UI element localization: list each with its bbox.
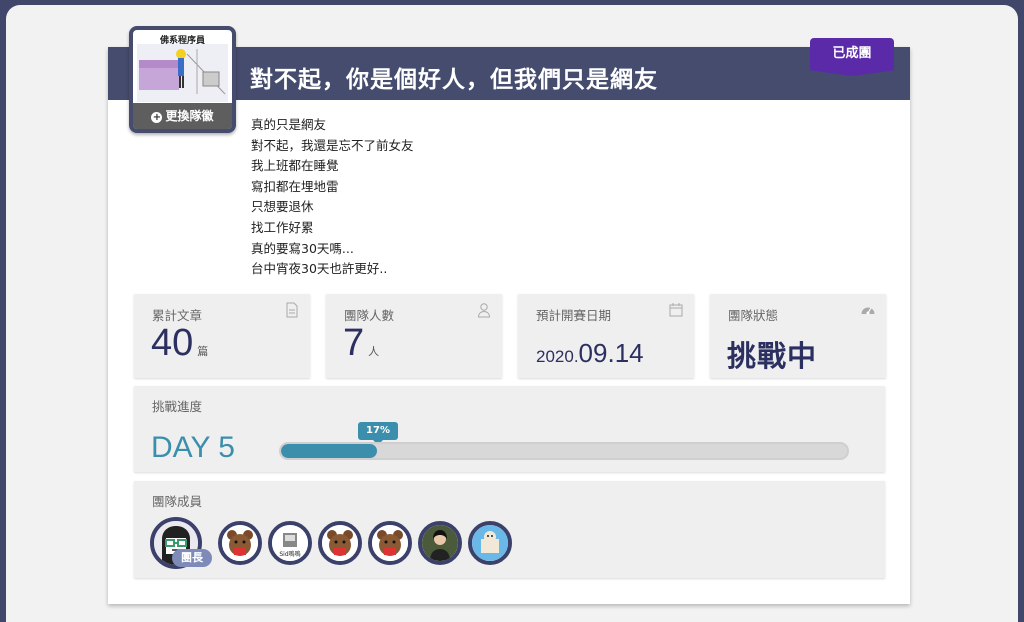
calendar-icon	[669, 303, 683, 317]
description-line: 真的只是網友	[251, 117, 327, 132]
progress-fill	[281, 444, 378, 458]
progress-tooltip: 17%	[358, 422, 398, 445]
stat-articles: 累計文章 40 篇	[134, 294, 310, 378]
document-icon	[286, 302, 298, 318]
description-line: 真的要寫30天嗎...	[251, 240, 354, 256]
description-line: 找工作好累	[251, 219, 314, 235]
bear-avatar-icon	[222, 525, 258, 561]
articles-unit: 篇	[197, 346, 209, 358]
date-year: 2020.	[536, 347, 579, 366]
team-title: 對不起，你是個好人，但我們只是網友	[250, 67, 658, 93]
members-count: 7	[343, 322, 365, 364]
date-rest: 09.14	[578, 338, 644, 368]
status-ribbon: 已成團	[810, 38, 894, 76]
stat-state: 團隊狀態 挑戰中	[710, 294, 886, 378]
badge-image	[137, 44, 228, 102]
member-avatar[interactable]	[218, 521, 262, 565]
sid-avatar-text: Sid嗚嗚	[279, 550, 300, 558]
stat-members: 團隊人數 7人	[326, 294, 502, 378]
plus-circle-icon: +	[151, 112, 163, 123]
members-unit: 人	[368, 346, 380, 358]
description-line: 台中宵夜30天也許更好..	[251, 261, 388, 277]
progress-title: 挑戰進度	[152, 399, 203, 414]
change-badge-label: 更換隊徽	[165, 109, 214, 123]
members-panel: 團隊成員 團長 Sid嗚嗚	[134, 481, 885, 578]
stat-state-label: 團隊狀態	[728, 308, 779, 323]
member-avatar[interactable]	[318, 521, 362, 565]
user-icon	[477, 303, 491, 318]
photo-avatar-icon	[422, 525, 458, 561]
progress-panel: 挑戰進度 DAY 5 17%	[134, 386, 885, 472]
day-counter: DAY 5	[151, 431, 235, 464]
member-avatar[interactable]	[368, 521, 412, 565]
stat-start-date: 預計開賽日期 2020.09.14	[518, 294, 694, 378]
progress-bar	[279, 442, 849, 460]
bear-avatar-icon	[322, 525, 358, 561]
team-description: 真的只是網友 對不起，我還是忘不了前女友 我上班都在睡覺 寫扣都在埋地雷 只想要…	[251, 115, 651, 280]
stat-start-date-label: 預計開賽日期	[536, 308, 612, 323]
bear-avatar-icon	[372, 525, 408, 561]
description-line: 我上班都在睡覺	[251, 158, 339, 174]
team-card: 對不起，你是個好人，但我們只是網友 已成團 佛系程序員 + 更換隊徽 真的只是網友…	[108, 26, 910, 604]
member-avatar[interactable]	[468, 521, 512, 565]
sid-avatar-icon: Sid嗚嗚	[272, 525, 308, 561]
member-avatar[interactable]	[418, 521, 462, 565]
description-line: 對不起，我還是忘不了前女友	[251, 137, 414, 153]
stat-state-value: 挑戰中	[727, 339, 818, 373]
change-badge-button[interactable]: + 更換隊徽	[133, 103, 232, 129]
description-line: 只想要退休	[251, 199, 314, 215]
gauge-icon	[861, 307, 875, 315]
stat-members-value: 7人	[343, 322, 379, 365]
cartoon-avatar-icon	[472, 525, 508, 561]
members-title: 團隊成員	[152, 494, 203, 509]
articles-count: 40	[151, 322, 194, 364]
member-avatar[interactable]: Sid嗚嗚	[268, 521, 312, 565]
stat-start-date-value: 2020.09.14	[536, 338, 644, 369]
description-line: 寫扣都在埋地雷	[251, 178, 339, 194]
stat-articles-value: 40 篇	[151, 322, 208, 365]
team-badge: 佛系程序員 + 更換隊徽	[129, 26, 236, 133]
leader-tag: 團長	[172, 549, 212, 567]
